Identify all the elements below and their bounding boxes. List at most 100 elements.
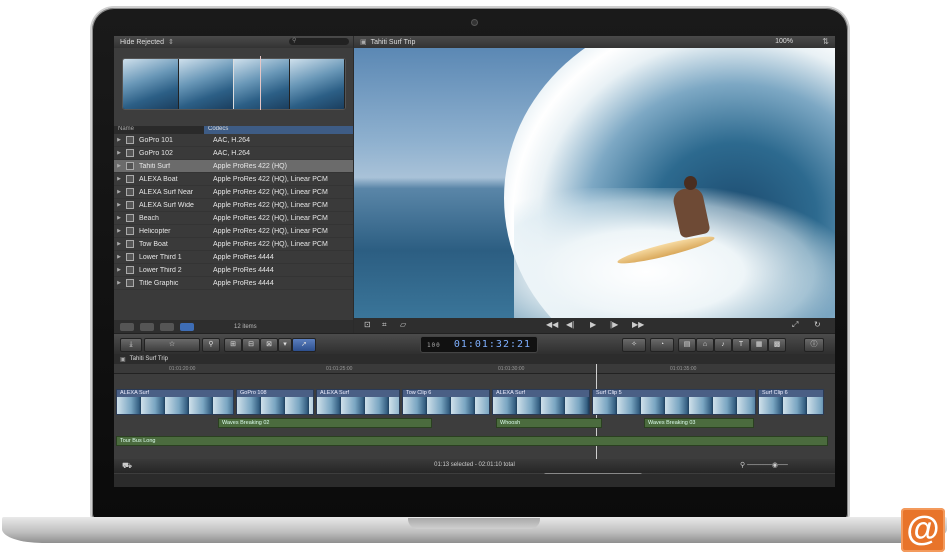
filmstrip-playhead[interactable] [260, 56, 261, 110]
filmstrip[interactable] [122, 58, 346, 110]
list-item[interactable]: ▶ Helicopter Apple ProRes 422 (HQ), Linear… [114, 225, 353, 238]
surfer-head-image [684, 176, 697, 190]
ruler-mark: 01:01:35:00 [670, 366, 697, 372]
list-item[interactable]: ▶ GoPro 102 AAC, H.264 [114, 147, 353, 160]
ruler-mark: 01:01:20:00 [169, 366, 196, 372]
effects-button[interactable]: ▤ [678, 338, 696, 352]
clip-label: ALEXA Surf [117, 390, 233, 397]
select-tool-button[interactable]: ➚ [292, 338, 316, 352]
disclosure-triangle-icon[interactable]: ▶ [114, 241, 124, 247]
audio-clip[interactable]: Waves Breaking 02 [218, 418, 432, 428]
media-import-button[interactable]: ⤓ [120, 338, 142, 352]
filmstrip-view-button[interactable] [180, 322, 194, 331]
list-item[interactable]: ▶ Beach Apple ProRes 422 (HQ), Linear PCM [114, 212, 353, 225]
filmstrip-frame [233, 59, 291, 109]
video-clip[interactable]: Surf Clip 6 [758, 389, 824, 415]
analyze-button[interactable]: ⚲ [202, 338, 220, 352]
clip-icon [126, 279, 134, 287]
go-to-start-icon[interactable]: ◀◀ [546, 320, 558, 329]
titles-button[interactable]: T [732, 338, 750, 352]
enhance-button[interactable]: ✧ [622, 338, 646, 352]
video-clip[interactable]: ALEXA Surf [316, 389, 400, 415]
fullscreen-icon[interactable]: ⤢ [792, 320, 798, 330]
disclosure-triangle-icon[interactable]: ▶ [114, 163, 124, 169]
themes-button[interactable]: ▩ [768, 338, 786, 352]
disclosure-triangle-icon[interactable]: ▶ [114, 176, 124, 182]
clip-name: ALEXA Surf Wide [139, 201, 194, 209]
connect-clip-button[interactable]: ⊞ [224, 338, 242, 352]
play-icon[interactable]: ▶ [590, 320, 596, 329]
step-forward-icon[interactable]: |▶ [610, 320, 618, 329]
video-clip[interactable]: Surf Clip 5 [592, 389, 756, 415]
music-button[interactable]: ♪ [714, 338, 732, 352]
keyword-button[interactable]: ☆ [144, 338, 200, 352]
timeline-header: ▣ Tahiti Surf Trip [114, 354, 835, 364]
disclosure-triangle-icon[interactable]: ▶ [114, 189, 124, 195]
generators-button[interactable]: ▦ [750, 338, 768, 352]
viewer-header: ▣ Tahiti Surf Trip 100% ⇅ [354, 36, 835, 48]
timecode-display[interactable]: 100 01:01:32:21 [420, 336, 538, 353]
clip-name: Lower Third 1 [139, 253, 182, 261]
clip-name: Title Graphic [139, 279, 179, 287]
retime-button[interactable]: ◔ [650, 338, 674, 352]
import-button[interactable] [120, 322, 134, 331]
video-frame [354, 48, 835, 318]
disclosure-triangle-icon[interactable]: ▶ [114, 215, 124, 221]
info-button[interactable]: ⓘ [804, 338, 824, 352]
clip-name: Tahiti Surf [139, 162, 171, 170]
clip-name: Lower Third 2 [139, 266, 182, 274]
distort-icon[interactable]: ▱ [400, 320, 406, 329]
audio-clip[interactable]: Tour Bus Long [116, 436, 828, 446]
clip-name: GoPro 101 [139, 136, 173, 144]
disclosure-triangle-icon[interactable]: ▶ [114, 150, 124, 156]
switch-icon[interactable]: ⇅ [822, 37, 829, 46]
disclosure-triangle-icon[interactable]: ▶ [114, 280, 124, 286]
audio-clip[interactable]: Waves Breaking 03 [644, 418, 754, 428]
insert-clip-button[interactable]: ⊟ [242, 338, 260, 352]
go-to-end-icon[interactable]: ▶▶ [632, 320, 644, 329]
disclosure-triangle-icon[interactable]: ▶ [114, 254, 124, 260]
list-item[interactable]: ▶ ALEXA Surf Wide Apple ProRes 422 (HQ), L… [114, 199, 353, 212]
column-codecs[interactable]: Codecs [204, 126, 353, 134]
step-back-icon[interactable]: ◀| [566, 320, 574, 329]
video-clip[interactable]: GoPro 108 [236, 389, 314, 415]
video-clip[interactable]: ALEXA Surf [116, 389, 234, 415]
clip-name: Helicopter [139, 227, 171, 235]
clip-icon [126, 240, 134, 248]
transform-icon[interactable]: ⌗ [382, 320, 387, 330]
list-item[interactable]: ▶ ALEXA Surf Near Apple ProRes 422 (HQ), L… [114, 186, 353, 199]
disclosure-triangle-icon[interactable]: ▶ [114, 137, 124, 143]
clip-icon [126, 253, 134, 261]
zoom-level[interactable]: 100% [775, 38, 793, 45]
timeline-ruler[interactable]: 01:01:20:00 01:01:25:00 01:01:30:00 01:01:3… [114, 364, 835, 374]
list-item[interactable]: ▶ Title Graphic Apple ProRes 4444 [114, 277, 353, 290]
search-input[interactable]: ⚲ [289, 38, 349, 45]
video-clip[interactable]: ALEXA Surf [492, 389, 590, 415]
list-item[interactable]: ▶ Tahiti Surf Apple ProRes 422 (HQ) [114, 160, 353, 173]
list-item[interactable]: ▶ GoPro 101 AAC, H.264 [114, 134, 353, 147]
photos-button[interactable]: ⌂ [696, 338, 714, 352]
disclosure-triangle-icon[interactable]: ▶ [114, 228, 124, 234]
list-item[interactable]: ▶ Tow Boat Apple ProRes 422 (HQ), Linear P… [114, 238, 353, 251]
append-clip-button[interactable]: ⊠ [260, 338, 278, 352]
video-clip[interactable]: Tow Clip 6 [402, 389, 490, 415]
filter-dropdown[interactable]: Hide Rejected [120, 39, 164, 46]
crop-icon[interactable]: ⊡ [364, 320, 371, 329]
chevron-down-icon: ⇕ [167, 39, 174, 46]
audio-clip[interactable]: Whoosh [496, 418, 602, 428]
column-name[interactable]: Name [114, 126, 204, 134]
settings-button[interactable] [140, 322, 154, 331]
list-item[interactable]: ▶ ALEXA Boat Apple ProRes 422 (HQ), Linear… [114, 173, 353, 186]
clip-name: Tow Boat [139, 240, 168, 248]
clip-codec: Apple ProRes 422 (HQ), Linear PCM [213, 175, 328, 183]
list-item[interactable]: ▶ Lower Third 1 Apple ProRes 4444 [114, 251, 353, 264]
list-item[interactable]: ▶ Lower Third 2 Apple ProRes 4444 [114, 264, 353, 277]
zoom-slider[interactable]: ⚲ ─────◉── [740, 461, 788, 469]
list-header: Name Codecs [114, 126, 353, 134]
clip-codec: AAC, H.264 [213, 149, 250, 157]
loop-icon[interactable]: ↻ [814, 320, 821, 329]
edit-dropdown-button[interactable]: ▾ [278, 338, 292, 352]
disclosure-triangle-icon[interactable]: ▶ [114, 202, 124, 208]
list-view-button[interactable] [160, 322, 174, 331]
disclosure-triangle-icon[interactable]: ▶ [114, 267, 124, 273]
